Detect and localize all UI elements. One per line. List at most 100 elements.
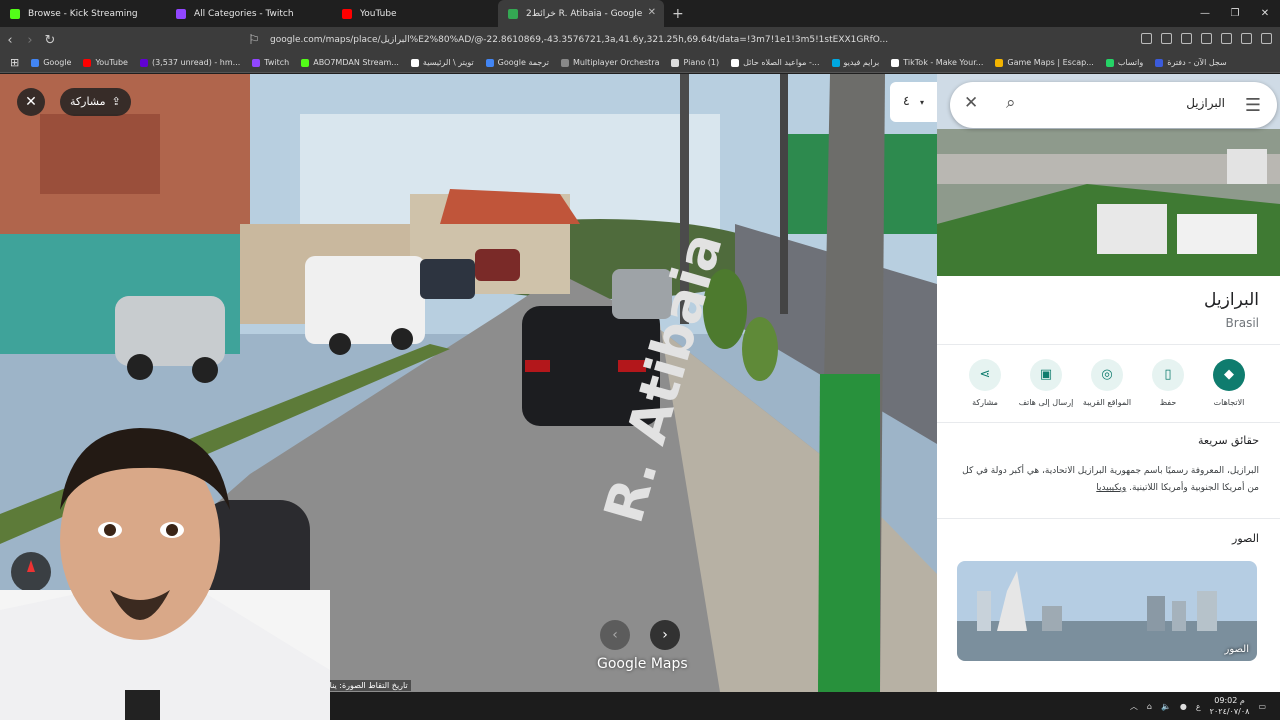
- minimize-icon[interactable]: —: [1190, 0, 1220, 27]
- apps-grid-icon[interactable]: ⊞: [10, 56, 19, 69]
- clock[interactable]: 09:02 م ٢٠٢٤/٠٧/٠٨: [1210, 695, 1250, 717]
- network-icon[interactable]: ⌂: [1147, 702, 1152, 711]
- webcam-overlay: [0, 428, 330, 720]
- bookmarks-bar: ⊞ Google YouTube (3,537 unread) - hm... Twi…: [0, 53, 1280, 73]
- new-tab-icon[interactable]: +: [672, 6, 684, 22]
- browser-tab[interactable]: YouTube: [332, 0, 498, 27]
- action-directions-button[interactable]: ◆ الاتجاهات: [1199, 359, 1259, 407]
- bookmark-favicon-icon: [891, 58, 900, 67]
- bookmark-item[interactable]: Game Maps | Escap...: [995, 58, 1094, 67]
- share-button[interactable]: مشاركة ⇪: [60, 88, 131, 116]
- bookmark-icon: ▯: [1152, 359, 1184, 391]
- bookmark-label: تويتر \ الرئيسية: [422, 58, 474, 67]
- notification-icon[interactable]: ▭: [1258, 702, 1266, 711]
- action-bookmark-button[interactable]: ▯ حفظ: [1138, 359, 1198, 407]
- minimap-toggle[interactable]: ٤ ▾: [890, 82, 937, 122]
- forward-icon[interactable]: ›: [20, 33, 40, 48]
- bookmark-favicon-icon: [995, 58, 1004, 67]
- google-maps-logo: Google Maps: [597, 656, 688, 672]
- bookmark-label: مواعيد الصلاه حائل -...: [743, 58, 820, 67]
- tab-favicon-icon: [176, 8, 186, 19]
- search-input[interactable]: البرازيل: [1186, 96, 1225, 110]
- bookmark-item[interactable]: برايم فيديو: [831, 58, 880, 67]
- wikipedia-link[interactable]: ويكيبيديا: [1096, 483, 1126, 493]
- search-icon[interactable]: ⌕: [1006, 93, 1016, 113]
- place-panel: ✕ ⌕ البرازيل ☰ البرازيل Brasil ◆ الاتجاها…: [937, 74, 1280, 692]
- bookmark-item[interactable]: TikTok - Make Your...: [891, 58, 983, 67]
- bookmark-label: Piano (1): [683, 58, 720, 67]
- system-tray: ︿ ⌂ 🔈 ● ع 09:02 م ٢٠٢٤/٠٧/٠٨ ▭: [1130, 692, 1266, 720]
- sidebar-icon[interactable]: [1201, 33, 1212, 44]
- bookmark-item[interactable]: Google: [31, 58, 71, 67]
- bookmark-favicon-icon: [731, 58, 740, 67]
- next-arrow-icon[interactable]: ›: [650, 620, 680, 650]
- bookmark-item[interactable]: YouTube: [83, 58, 128, 67]
- bookmark-label: برايم فيديو: [843, 58, 880, 67]
- bookmark-item[interactable]: سجل الآن - دفترة: [1155, 58, 1227, 67]
- clear-search-icon[interactable]: ✕: [964, 93, 978, 113]
- action-nearby-button[interactable]: ◎ المواقع القريبة: [1077, 359, 1137, 407]
- browser-tab[interactable]: خرائط2 R. Atibaia - Google ✕: [498, 0, 664, 27]
- bookmark-label: Game Maps | Escap...: [1007, 58, 1094, 67]
- extension-icon[interactable]: [1161, 33, 1172, 44]
- back-icon[interactable]: ‹: [0, 33, 20, 48]
- city-skyline-image: [957, 561, 1257, 661]
- action-send-to-phone-button[interactable]: ▣ إرسال إلى هاتف: [1016, 359, 1076, 407]
- reload-icon[interactable]: ↻: [40, 33, 60, 48]
- bookmark-favicon-icon: [139, 58, 148, 67]
- bookmark-item[interactable]: ABO7MDAN Stream...: [301, 58, 399, 67]
- bookmark-item[interactable]: مواعيد الصلاه حائل -...: [731, 58, 820, 67]
- bookmark-favicon-icon: [485, 58, 494, 67]
- bookmark-item[interactable]: Multiplayer Orchestra: [560, 58, 659, 67]
- tab-favicon-icon: [508, 8, 518, 19]
- action-label: حفظ: [1159, 398, 1177, 407]
- photo-thumbnail[interactable]: الصور: [957, 561, 1257, 661]
- share-icon: ⇪: [111, 95, 121, 108]
- windows-taskbar: ︿ ⌂ 🔈 ● ع 09:02 م ٢٠٢٤/٠٧/٠٨ ▭: [330, 692, 1280, 720]
- bookmark-item[interactable]: واتساب: [1105, 58, 1143, 67]
- tab-favicon-icon: [10, 8, 20, 19]
- bookmark-item[interactable]: (3,537 unread) - hm...: [139, 58, 240, 67]
- tab-title: خرائط2 R. Atibaia - Google: [526, 8, 643, 19]
- tab-title: All Categories - Twitch: [194, 8, 294, 19]
- shield-icon[interactable]: [1241, 33, 1252, 44]
- chevron-up-icon[interactable]: ︿: [1130, 701, 1138, 712]
- close-window-icon[interactable]: ✕: [1250, 0, 1280, 27]
- bookmark-item[interactable]: تويتر \ الرئيسية: [410, 58, 474, 67]
- browser-tab[interactable]: Browse - Kick Streaming: [0, 0, 166, 27]
- bookmark-item[interactable]: Twitch: [252, 58, 289, 67]
- bookmark-favicon-icon: [83, 58, 92, 67]
- browser-tab[interactable]: All Categories - Twitch: [166, 0, 332, 27]
- bookmark-star-icon[interactable]: ⚐: [244, 33, 264, 48]
- action-share-button[interactable]: ⋖ مشاركة: [955, 359, 1015, 407]
- bookmark-favicon-icon: [410, 58, 419, 67]
- bookmark-favicon-icon: [301, 58, 310, 67]
- previous-arrow-icon[interactable]: ‹: [600, 620, 630, 650]
- photos-title: الصور: [1232, 532, 1259, 545]
- clock-date: ٢٠٢٤/٠٧/٠٨: [1209, 707, 1250, 716]
- menu-icon[interactable]: [1261, 33, 1272, 44]
- tab-favicon-icon: [342, 8, 352, 19]
- lang-indicator[interactable]: ع: [1196, 702, 1201, 711]
- close-streetview-button[interactable]: ✕: [17, 88, 45, 116]
- bookmark-item[interactable]: Google ترجمة: [485, 58, 549, 67]
- bookmark-label: Google: [43, 58, 72, 67]
- media-icon[interactable]: [1181, 33, 1192, 44]
- share-label: مشاركة: [70, 95, 106, 108]
- extension-icon[interactable]: [1141, 33, 1152, 44]
- hamburger-menu-icon[interactable]: ☰: [1245, 95, 1261, 116]
- minimap-label: ٤: [902, 94, 910, 109]
- bookmark-item[interactable]: Piano (1): [671, 58, 719, 67]
- tab-title: Browse - Kick Streaming: [28, 8, 138, 19]
- close-tab-icon[interactable]: ✕: [648, 7, 656, 18]
- quick-facts-text: البرازيل، المعروفة رسميًا باسم جمهورية ا…: [959, 463, 1259, 497]
- restore-icon[interactable]: ❐: [1220, 0, 1250, 27]
- url-field[interactable]: google.com/maps/place/البرازيل%E2%80%AD/…: [270, 31, 990, 49]
- volume-icon[interactable]: 🔈: [1161, 702, 1171, 711]
- wallet-icon[interactable]: [1221, 33, 1232, 44]
- search-box[interactable]: ✕ ⌕ البرازيل ☰: [950, 82, 1277, 128]
- divider: [937, 422, 1280, 423]
- quick-facts-title: حقائق سريعة: [1198, 434, 1259, 447]
- mic-icon[interactable]: ●: [1180, 702, 1187, 711]
- capture-date: تاريخ التقاط الصورة: يناير: [320, 680, 411, 691]
